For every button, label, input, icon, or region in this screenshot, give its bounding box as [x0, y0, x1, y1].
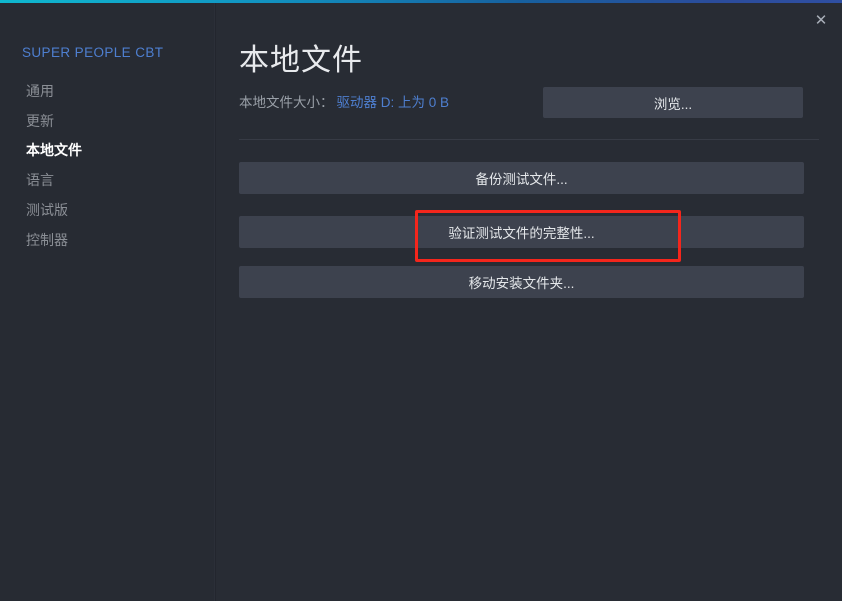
section-divider — [239, 139, 819, 140]
browse-button[interactable]: 浏览... — [543, 87, 803, 118]
local-files-size-row: 本地文件大小： 驱动器 D: 上为 0 B — [239, 94, 449, 112]
close-icon[interactable]: ✕ — [804, 7, 838, 33]
sidebar-item-general[interactable]: 通用 — [26, 83, 54, 99]
settings-window: SUPER PEOPLE CBT 通用 更新 本地文件 语言 测试版 控制器 ✕… — [0, 0, 842, 601]
sidebar-game-title: SUPER PEOPLE CBT — [22, 45, 164, 60]
sidebar-item-updates[interactable]: 更新 — [26, 113, 54, 129]
sidebar-item-local-files[interactable]: 本地文件 — [26, 142, 82, 158]
verify-files-button[interactable]: 验证测试文件的完整性... — [239, 216, 804, 248]
move-install-folder-button[interactable]: 移动安装文件夹... — [239, 266, 804, 298]
backup-files-button[interactable]: 备份测试文件... — [239, 162, 804, 194]
sidebar-item-betas[interactable]: 测试版 — [26, 202, 68, 218]
page-title: 本地文件 — [239, 44, 363, 77]
sidebar-item-controller[interactable]: 控制器 — [26, 232, 68, 248]
settings-main-panel: ✕ 本地文件 本地文件大小： 驱动器 D: 上为 0 B 浏览... 备份测试文件… — [216, 3, 842, 601]
local-files-size-label: 本地文件大小： — [239, 95, 334, 110]
window-accent-bar — [0, 0, 842, 3]
local-files-size-value: 驱动器 D: 上为 0 B — [336, 95, 450, 110]
settings-sidebar: SUPER PEOPLE CBT 通用 更新 本地文件 语言 测试版 控制器 — [0, 3, 215, 601]
sidebar-item-language[interactable]: 语言 — [26, 172, 54, 188]
